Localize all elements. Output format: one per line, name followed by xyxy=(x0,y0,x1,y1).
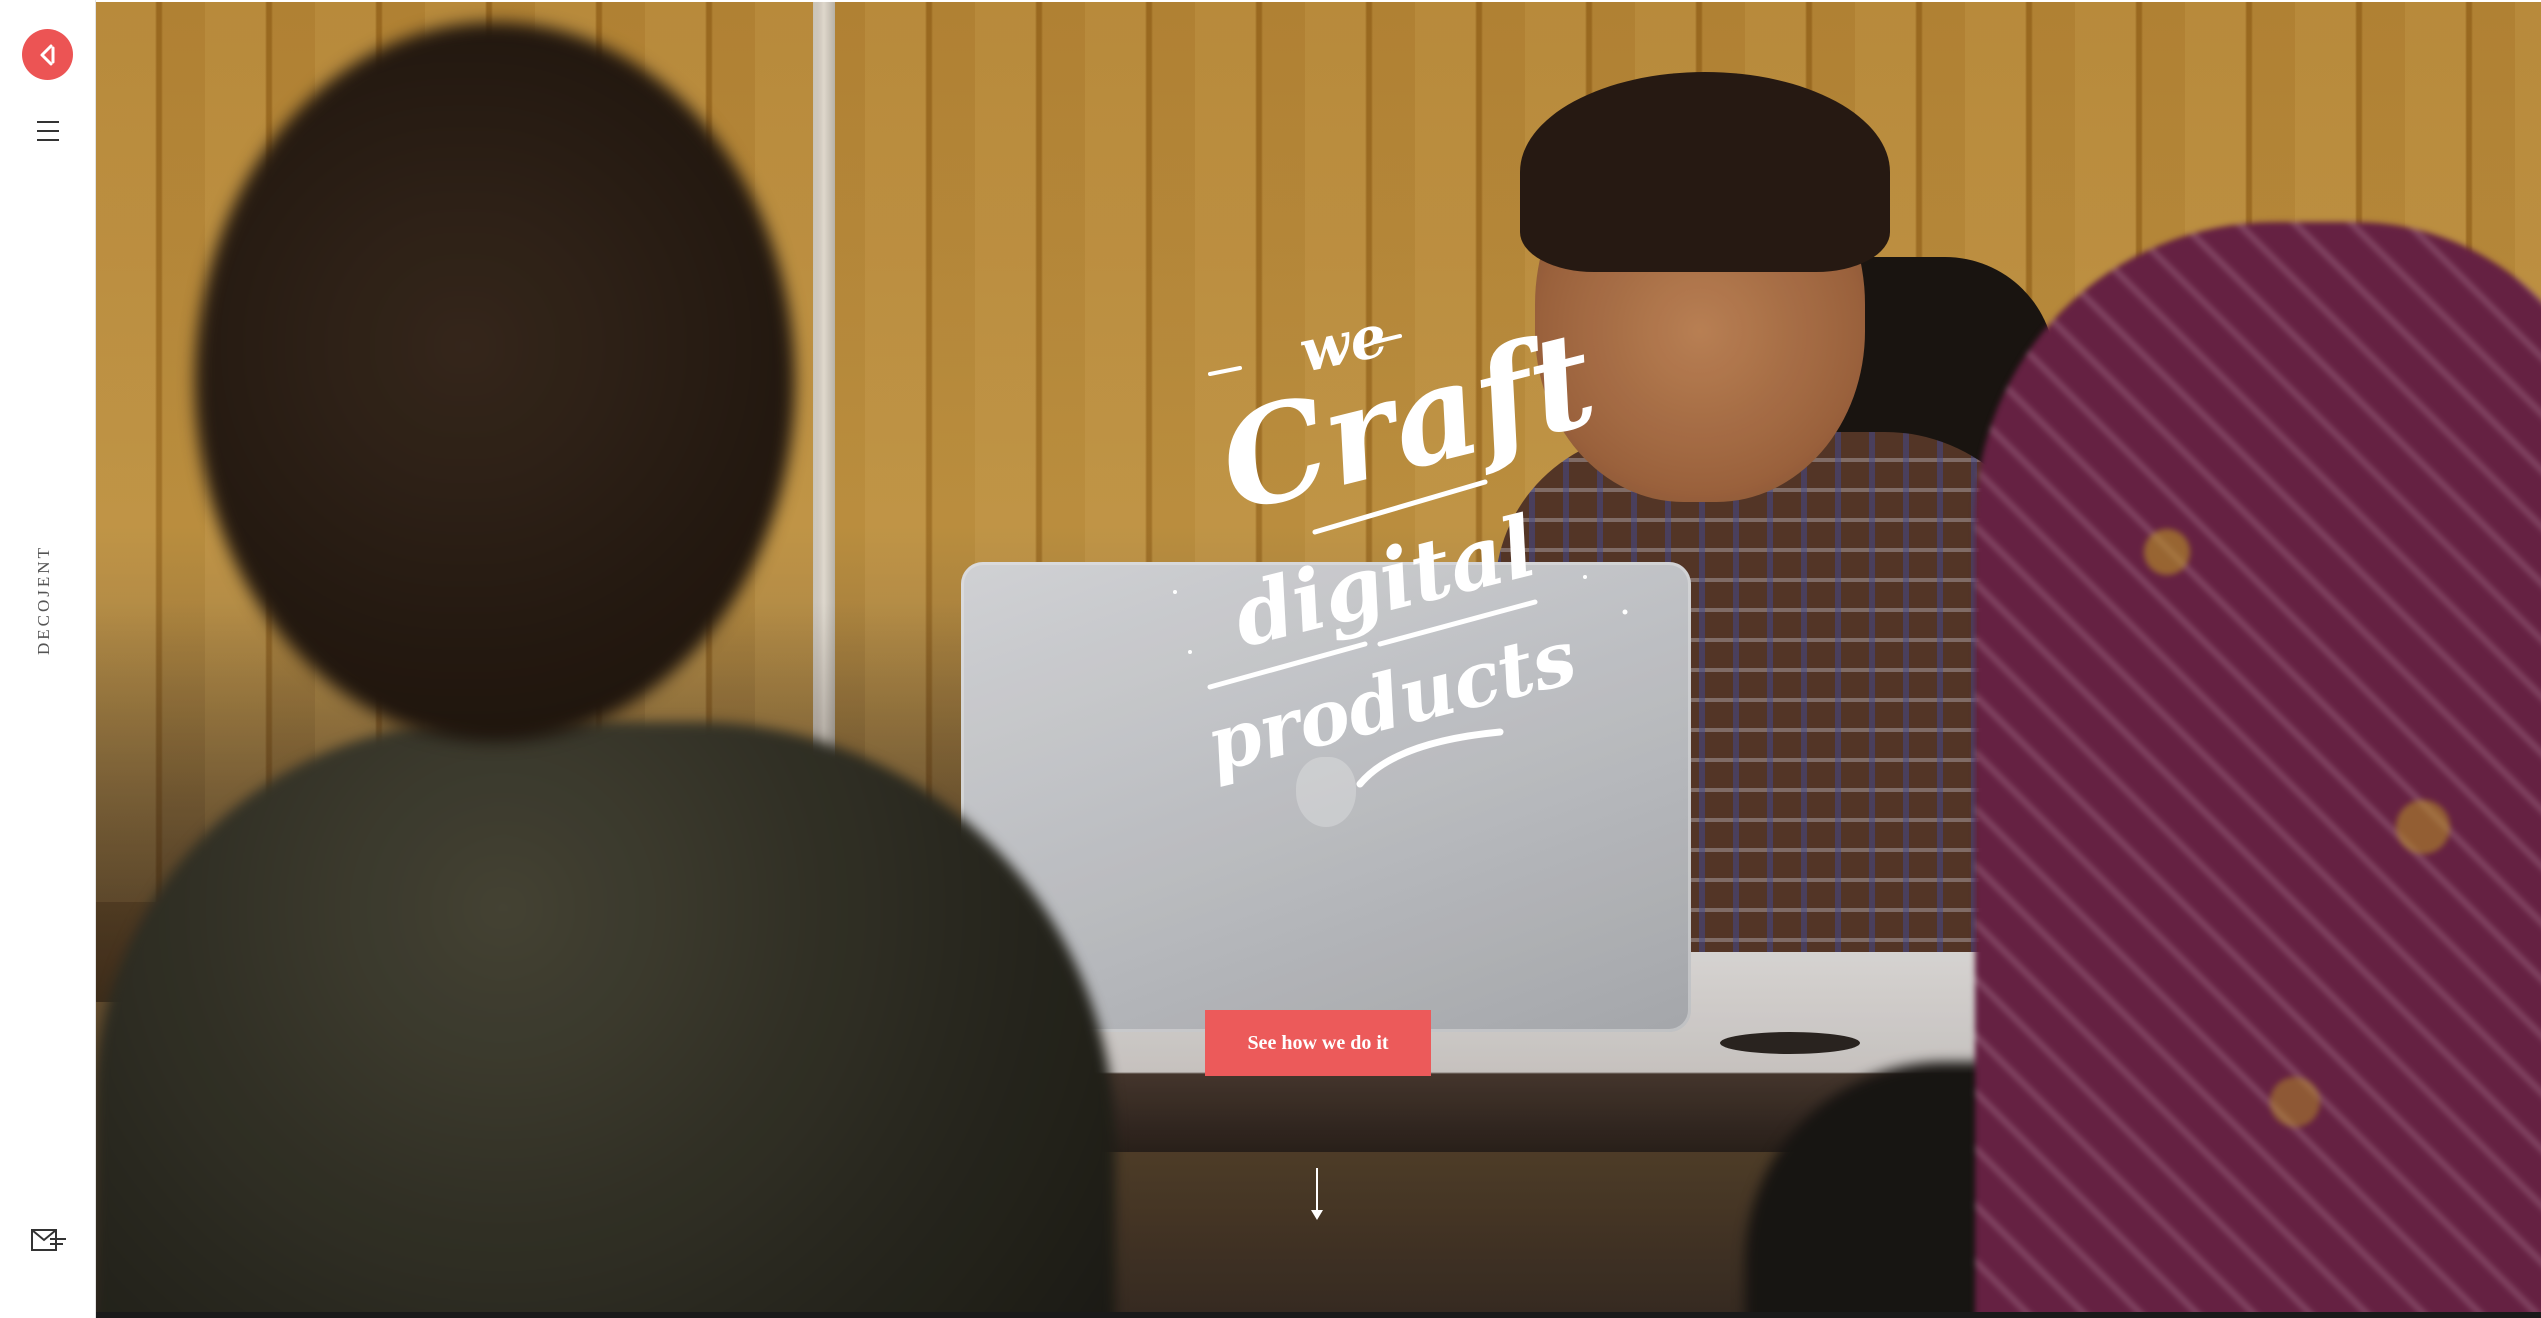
hero-section: we Craft digital products See how we do … xyxy=(95,2,2541,1312)
play-back-logo-icon xyxy=(40,44,54,65)
hamburger-menu-icon[interactable] xyxy=(33,118,63,144)
see-how-button[interactable]: See how we do it xyxy=(1205,1010,1431,1076)
brand-name[interactable]: DECOJENT xyxy=(34,545,54,655)
arrow-down-icon[interactable] xyxy=(1305,1166,1329,1224)
menu-line xyxy=(37,139,59,141)
sidebar: DECOJENT xyxy=(0,0,96,1318)
menu-line xyxy=(37,121,59,123)
bottom-progress-bar xyxy=(0,1312,2541,1318)
page: DECOJENT we Craft digital products See h… xyxy=(0,0,2541,1318)
menu-line xyxy=(37,130,59,132)
logo-button[interactable] xyxy=(22,29,73,80)
mail-send-icon[interactable] xyxy=(30,1226,68,1256)
hero-headline: we Craft digital products xyxy=(1155,301,1655,822)
